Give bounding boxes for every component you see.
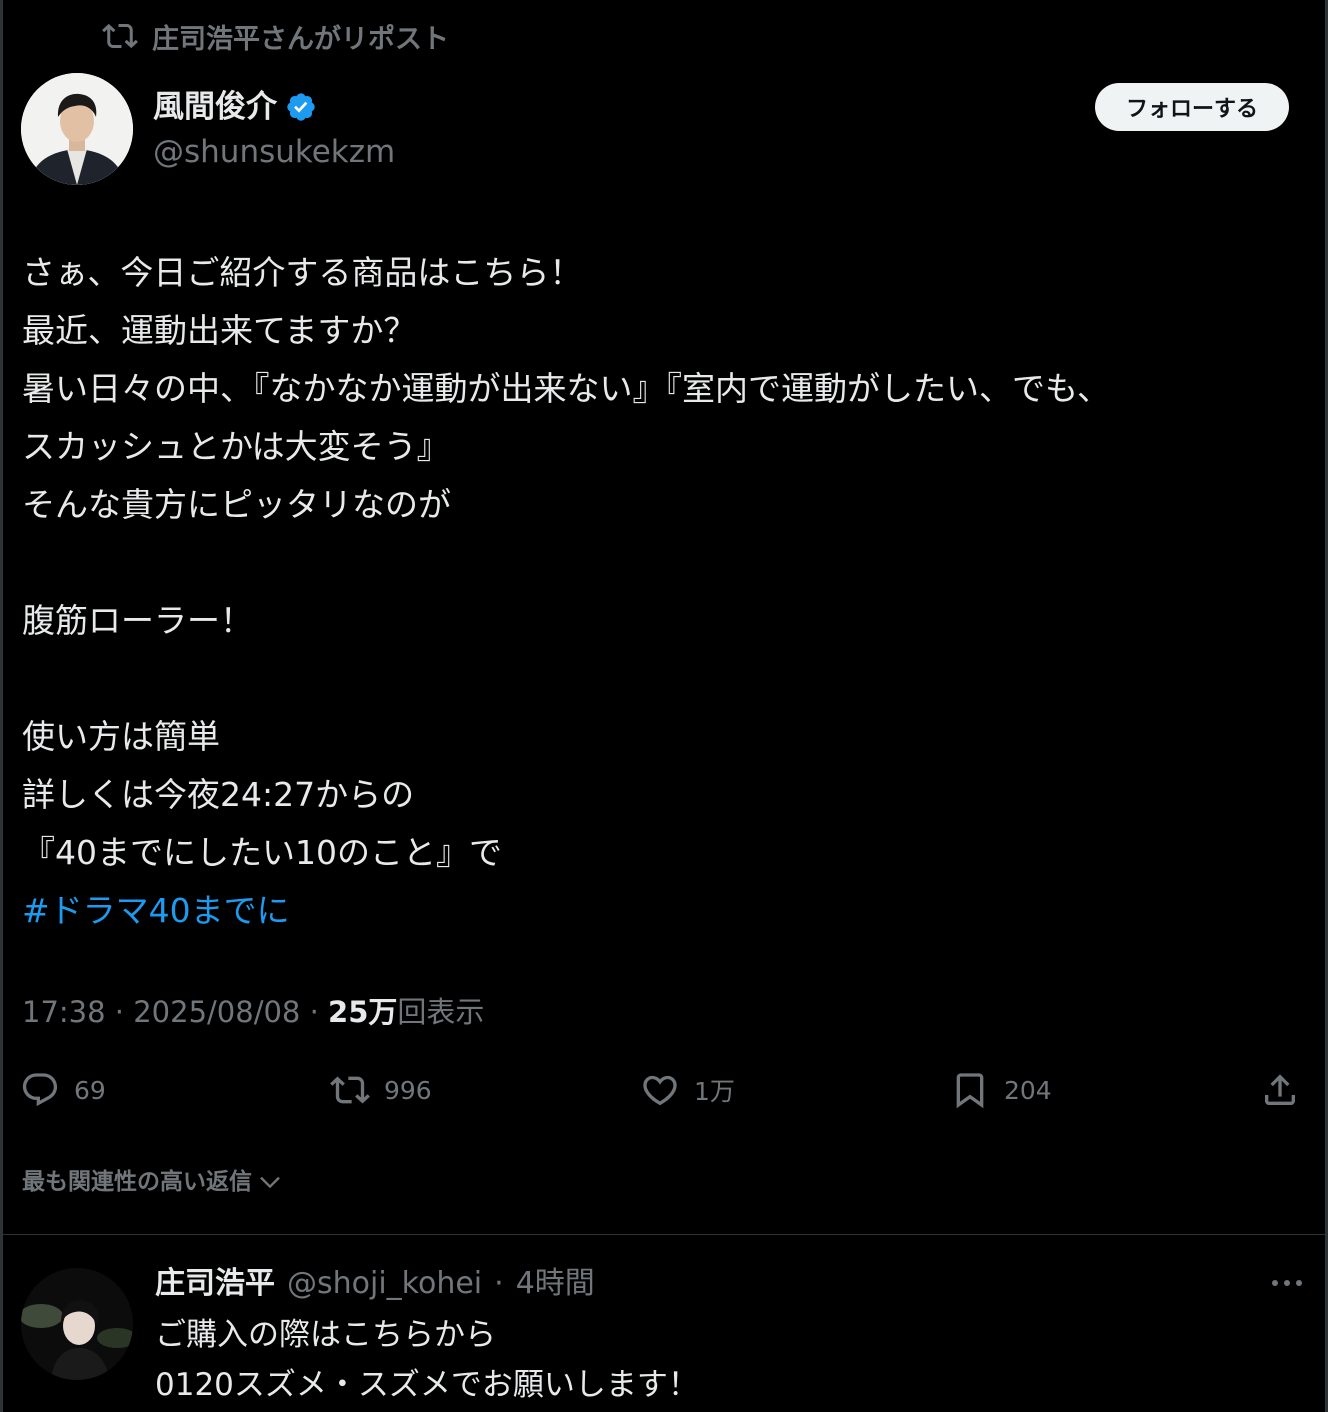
repost-label: 庄司浩平さんがリポスト bbox=[152, 23, 449, 55]
reply-count: 69 bbox=[74, 1075, 106, 1105]
reply-avatar[interactable] bbox=[21, 1268, 133, 1380]
reply-line: 0120スズメ・スズメでお願いします！ bbox=[155, 1367, 699, 1403]
bookmark-count: 204 bbox=[1004, 1075, 1052, 1105]
tweet-line: さぁ、今日ご紹介する商品はこちら！ bbox=[22, 253, 583, 292]
hashtag-link[interactable]: #ドラマ40までに bbox=[22, 882, 1312, 940]
tweet-line: 使い方は簡単 bbox=[22, 717, 220, 756]
reply-icon bbox=[22, 1073, 58, 1107]
like-button[interactable]: 1万 bbox=[640, 1064, 735, 1116]
reply-button[interactable]: 69 bbox=[20, 1064, 106, 1116]
divider bbox=[3, 1234, 1325, 1235]
repost-button[interactable]: 996 bbox=[330, 1064, 432, 1116]
repost-icon bbox=[330, 1076, 370, 1104]
replies-sort-dropdown[interactable]: 最も関連性の高い返信 bbox=[22, 1162, 284, 1202]
replies-sort-label: 最も関連性の高い返信 bbox=[22, 1169, 252, 1195]
reply-line: ご購入の際はこちらから bbox=[155, 1317, 496, 1353]
reply-author-handle[interactable]: @shoji_kohei bbox=[287, 1262, 482, 1306]
author-avatar[interactable] bbox=[21, 73, 133, 185]
tweet-line bbox=[22, 534, 1312, 592]
tweet-time[interactable]: 17:38 bbox=[22, 995, 106, 1029]
repost-icon bbox=[102, 23, 138, 49]
views-label: 回表示 bbox=[397, 995, 485, 1029]
reply-header: 庄司浩平 @shoji_kohei · 4時間 bbox=[155, 1262, 595, 1306]
action-bar: 69 996 1万 204 bbox=[0, 1064, 1328, 1116]
like-count: 1万 bbox=[694, 1077, 735, 1106]
verified-badge-icon bbox=[287, 93, 315, 121]
repost-indicator[interactable]: 庄司浩平さんがリポスト bbox=[102, 16, 449, 56]
tweet-line: スカッシュとかは大変そう』 bbox=[22, 427, 450, 466]
more-options-icon[interactable] bbox=[1265, 1268, 1309, 1298]
tweet-line: そんな貴方にピッタリなのが bbox=[22, 485, 451, 524]
bookmark-button[interactable]: 204 bbox=[950, 1064, 1052, 1116]
tweet-line bbox=[22, 650, 1312, 708]
repost-count: 996 bbox=[384, 1075, 432, 1105]
tweet-line: 詳しくは今夜24:27からの bbox=[22, 775, 415, 814]
author-display-name: 風間俊介 bbox=[153, 89, 277, 125]
tweet-meta: 17:38 · 2025/08/08 · 25万回表示 bbox=[22, 990, 484, 1034]
share-icon bbox=[1265, 1074, 1295, 1105]
reply-separator: · bbox=[494, 1266, 504, 1301]
reply-avatar-image bbox=[21, 1268, 133, 1380]
meta-separator: · bbox=[300, 995, 329, 1029]
heart-icon bbox=[643, 1075, 677, 1106]
share-button[interactable] bbox=[1260, 1064, 1300, 1116]
author-avatar-image bbox=[21, 73, 133, 185]
reply-text: ご購入の際はこちらから 0120スズメ・スズメでお願いします！ bbox=[155, 1310, 699, 1410]
follow-button[interactable]: フォローする bbox=[1095, 83, 1289, 131]
chevron-down-icon bbox=[260, 1176, 280, 1189]
tweet-line: 暑い日々の中、『なかなか運動が出来ない』『室内で運動がしたい、でも、 bbox=[22, 369, 1111, 408]
tweet-line: 『40までにしたい10のこと』で bbox=[22, 833, 502, 872]
meta-separator: · bbox=[105, 995, 134, 1029]
tweet-date[interactable]: 2025/08/08 bbox=[133, 995, 300, 1029]
tweet-line: 腹筋ローラー！ bbox=[22, 601, 253, 640]
reply-time[interactable]: 4時間 bbox=[516, 1262, 595, 1306]
tweet-line: 最近、運動出来てますか？ bbox=[22, 311, 417, 350]
tweet-text: さぁ、今日ご紹介する商品はこちら！ 最近、運動出来てますか？ 暑い日々の中、『な… bbox=[22, 244, 1312, 940]
author-handle[interactable]: @shunsukekzm bbox=[153, 131, 395, 173]
author-name[interactable]: 風間俊介 bbox=[153, 86, 317, 128]
views-count: 25万 bbox=[328, 995, 398, 1029]
reply-author-name[interactable]: 庄司浩平 bbox=[155, 1262, 275, 1306]
bookmark-icon bbox=[956, 1073, 984, 1109]
